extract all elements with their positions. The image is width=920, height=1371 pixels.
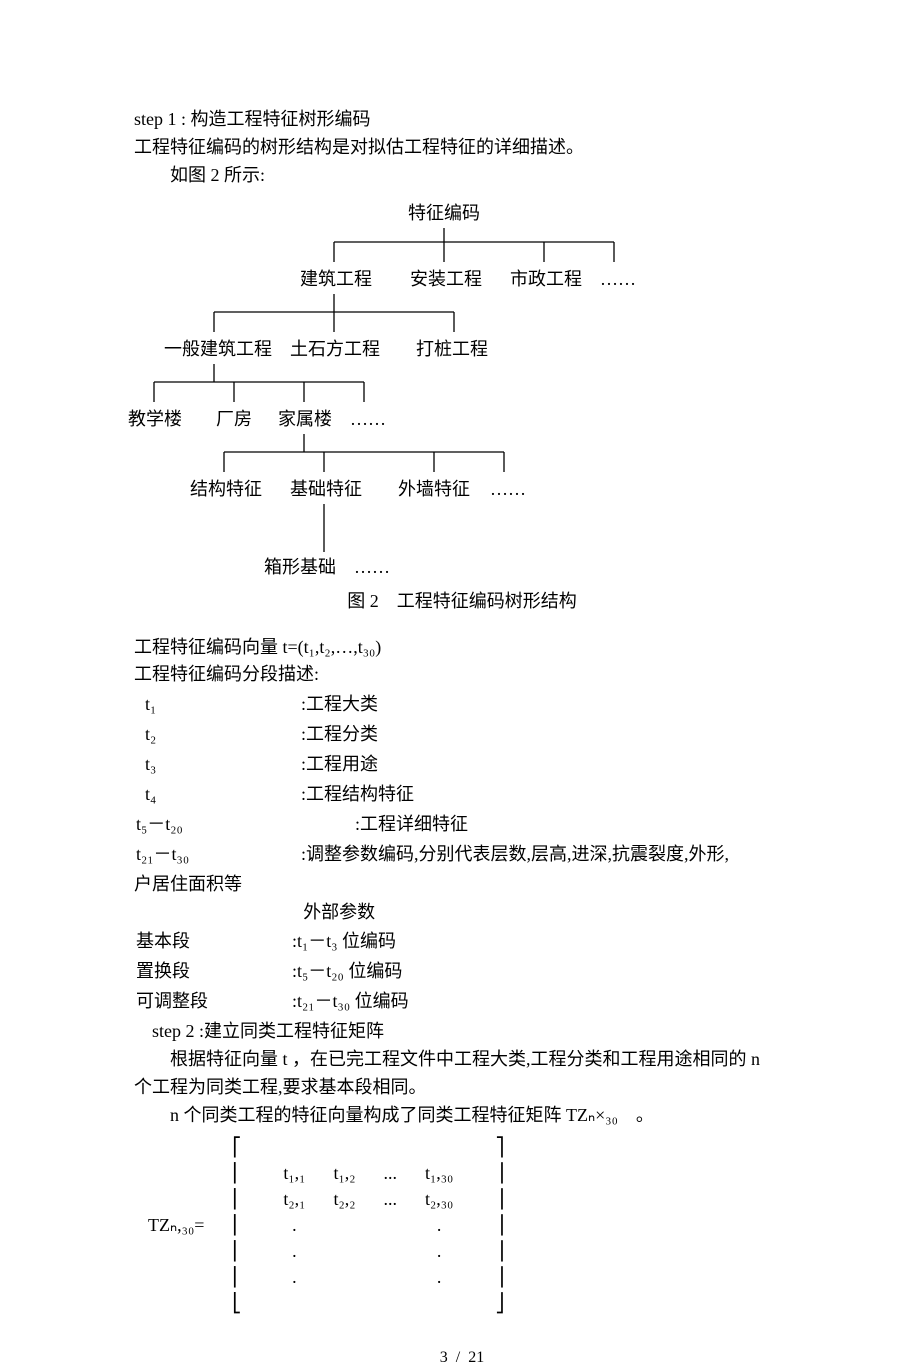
node-l3b: 厂房 (216, 406, 252, 434)
node-l1c: 市政工程 (510, 266, 582, 294)
tree-diagram: 特征编码 建筑工程 安装工程 市政工程 …… 一般建筑工程 土石方工程 打桩工程… (134, 196, 790, 586)
codes-continuation: 户居住面积等 (134, 871, 790, 899)
vector-line: 工程特征编码向量 t=(t₁,t₂,…,t₃₀) (134, 634, 790, 662)
node-l2c: 打桩工程 (416, 336, 488, 364)
node-l2a: 一般建筑工程 (164, 336, 272, 364)
right-bracket: ⎤⎥⎥⎥⎥⎥⎦ (481, 1134, 518, 1317)
matrix-body: t₁,₁t₁,₂...t₁,₃₀ t₂,₁t₂,₂...t₂,₃₀ .. .. … (269, 1160, 467, 1290)
node-l3d: …… (350, 406, 386, 434)
node-root: 特征编码 (408, 200, 480, 228)
node-l3a: 教学楼 (128, 406, 182, 434)
node-l4c: 外墙特征 (398, 476, 470, 504)
matrix-lhs: TZₙ,₃₀= (134, 1134, 218, 1317)
node-l1b: 安装工程 (410, 266, 482, 294)
step1-title: step 1 : 构造工程特征树形编码 (134, 106, 790, 134)
step2-p1b: 个工程为同类工程,要求基本段相同。 (134, 1074, 790, 1102)
figure-caption: 图 2 工程特征编码树形结构 (134, 588, 790, 616)
node-l5b: …… (354, 554, 390, 582)
matrix: TZₙ,₃₀= ⎡⎢⎢⎢⎢⎢⎣ t₁,₁t₁,₂...t₁,₃₀ t₂,₁t₂,… (134, 1134, 790, 1317)
code-table: t₁:工程大类 t₂:工程分类 t₃:工程用途 t₄:工程结构特征 t₅－t₂₀… (134, 689, 731, 870)
step2-p1a: 根据特征向量 t ，在已完工程文件中工程大类,工程分类和工程用途相同的 n (134, 1046, 790, 1074)
left-bracket: ⎡⎢⎢⎢⎢⎢⎣ (218, 1134, 255, 1317)
node-l5a: 箱形基础 (264, 554, 336, 582)
node-l1d: …… (600, 266, 636, 294)
node-l4d: …… (490, 476, 526, 504)
node-l2b: 土石方工程 (290, 336, 380, 364)
node-l4b: 基础特征 (290, 476, 362, 504)
node-l1a: 建筑工程 (300, 266, 372, 294)
step2-p2: n 个同类工程的特征向量构成了同类工程特征矩阵 TZₙ×₃₀ 。 (134, 1102, 790, 1130)
outer-param-label: 外部参数 (134, 899, 790, 927)
fig-intro: 如图 2 所示: (134, 162, 790, 190)
page-number: 3 / 21 (134, 1346, 790, 1371)
segment-heading: 工程特征编码分段描述: (134, 661, 790, 689)
node-l4a: 结构特征 (190, 476, 262, 504)
tree-lines (134, 196, 790, 586)
step2-title: step 2 :建立同类工程特征矩阵 (134, 1018, 790, 1046)
step1-desc: 工程特征编码的树形结构是对拟估工程特征的详细描述。 (134, 134, 790, 162)
node-l3c: 家属楼 (278, 406, 332, 434)
segment-table: 基本段:t₁－t₃ 位编码 置换段:t₅－t₂₀ 位编码 可调整段:t₂₁－t₃… (134, 926, 411, 1018)
